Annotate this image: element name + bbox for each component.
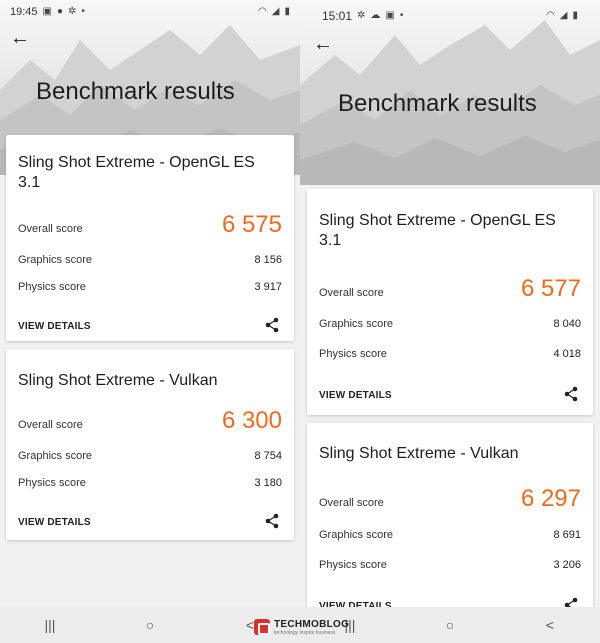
status-bar: 19:45 ▣ ● ✲ • ◠ ◢ ▮: [0, 0, 300, 24]
gallery-icon: ▣: [385, 10, 395, 21]
status-bar: 15:01 ✲ ☁ ▣ • ◠ ◢ ▮: [300, 0, 600, 32]
graphics-score-row: Graphics score 8 040: [319, 318, 581, 330]
graphics-score-value: 8 040: [553, 318, 581, 330]
view-details-button[interactable]: VIEW DETAILS: [18, 321, 91, 332]
graphics-score-label: Graphics score: [18, 254, 92, 266]
status-time: 19:45: [10, 6, 38, 18]
graphics-score-label: Graphics score: [319, 529, 393, 541]
overall-score-row: Overall score 6 297: [319, 485, 581, 513]
wifi-icon: ◠: [546, 10, 555, 21]
left-screenshot: 19:45 ▣ ● ✲ • ◠ ◢ ▮ ← Benchmark results …: [0, 0, 300, 643]
pin-icon: ●: [56, 6, 64, 17]
graphics-score-value: 8 754: [254, 450, 282, 462]
overall-score-value: 6 297: [520, 485, 581, 512]
graphics-score-value: 8 691: [553, 529, 581, 541]
physics-score-value: 3 917: [254, 281, 282, 293]
battery-icon: ▮: [284, 6, 290, 17]
physics-score-value: 4 018: [553, 348, 581, 360]
graphics-score-row: Graphics score 8 691: [319, 529, 581, 541]
physics-score-label: Physics score: [319, 348, 387, 360]
result-card-vulkan: Sling Shot Extreme - Vulkan Overall scor…: [6, 349, 294, 540]
result-card-opengl: Sling Shot Extreme - OpenGL ES 3.1 Overa…: [307, 189, 593, 415]
back-arrow-icon[interactable]: ←: [313, 34, 333, 54]
dot-icon: •: [399, 10, 404, 21]
result-card-vulkan: Sling Shot Extreme - Vulkan Overall scor…: [307, 423, 593, 623]
graphics-score-row: Graphics score 8 156: [18, 254, 282, 266]
result-card-opengl: Sling Shot Extreme - OpenGL ES 3.1 Overa…: [6, 135, 294, 341]
cloud-icon: ☁: [370, 10, 381, 21]
share-icon[interactable]: [264, 513, 280, 529]
physics-score-row: Physics score 3 917: [18, 281, 282, 293]
techmoblog-logo-icon: [254, 619, 270, 635]
settings-icon: ✲: [357, 10, 366, 21]
overall-score-label: Overall score: [319, 497, 384, 509]
signal-icon: ◢: [559, 10, 568, 21]
physics-score-value: 3 206: [553, 559, 581, 571]
wifi-icon: ◠: [258, 6, 267, 17]
battery-icon: ▮: [572, 10, 578, 21]
watermark-name: TECHMOBLOG: [274, 618, 350, 630]
card-title: Sling Shot Extreme - OpenGL ES 3.1: [319, 212, 556, 249]
card-title: Sling Shot Extreme - Vulkan: [319, 445, 519, 462]
physics-score-row: Physics score 3 206: [319, 559, 581, 571]
page-title: Benchmark results: [36, 78, 235, 105]
physics-score-label: Physics score: [18, 281, 86, 293]
share-icon[interactable]: [563, 386, 579, 402]
physics-score-value: 3 180: [254, 477, 282, 489]
dot-icon: •: [81, 6, 85, 17]
graphics-score-label: Graphics score: [18, 450, 92, 462]
settings-icon: ✲: [68, 6, 77, 17]
watermark-tagline: technology inspire business: [274, 629, 336, 636]
view-details-button[interactable]: VIEW DETAILS: [18, 517, 91, 528]
card-title: Sling Shot Extreme - OpenGL ES 3.1: [18, 154, 255, 191]
status-time: 15:01: [322, 9, 353, 23]
physics-score-label: Physics score: [18, 477, 86, 489]
physics-score-label: Physics score: [319, 559, 387, 571]
physics-score-row: Physics score 4 018: [319, 348, 581, 360]
overall-score-row: Overall score 6 575: [18, 211, 282, 239]
gallery-icon: ▣: [42, 6, 52, 17]
overall-score-value: 6 575: [221, 211, 282, 238]
share-icon[interactable]: [264, 317, 280, 333]
card-title: Sling Shot Extreme - Vulkan: [18, 372, 218, 389]
graphics-score-row: Graphics score 8 754: [18, 450, 282, 462]
home-button[interactable]: ○: [430, 617, 470, 633]
recents-button[interactable]: |||: [30, 617, 70, 633]
overall-score-label: Overall score: [18, 223, 83, 235]
signal-icon: ◢: [271, 6, 280, 17]
page-title: Benchmark results: [338, 90, 537, 117]
physics-score-row: Physics score 3 180: [18, 477, 282, 489]
overall-score-row: Overall score 6 577: [319, 275, 581, 303]
overall-score-label: Overall score: [18, 419, 83, 431]
overall-score-label: Overall score: [319, 287, 384, 299]
overall-score-row: Overall score 6 300: [18, 407, 282, 435]
right-screenshot: 15:01 ✲ ☁ ▣ • ◠ ◢ ▮ ← Benchmark results …: [300, 0, 600, 643]
overall-score-value: 6 577: [520, 275, 581, 302]
techmoblog-watermark: TECHMOBLOG technology inspire business: [254, 614, 354, 640]
back-arrow-icon[interactable]: ←: [10, 28, 30, 48]
graphics-score-label: Graphics score: [319, 318, 393, 330]
view-details-button[interactable]: VIEW DETAILS: [319, 390, 392, 401]
graphics-score-value: 8 156: [254, 254, 282, 266]
nav-back-button[interactable]: <: [530, 617, 570, 633]
home-button[interactable]: ○: [130, 617, 170, 633]
overall-score-value: 6 300: [221, 407, 282, 434]
